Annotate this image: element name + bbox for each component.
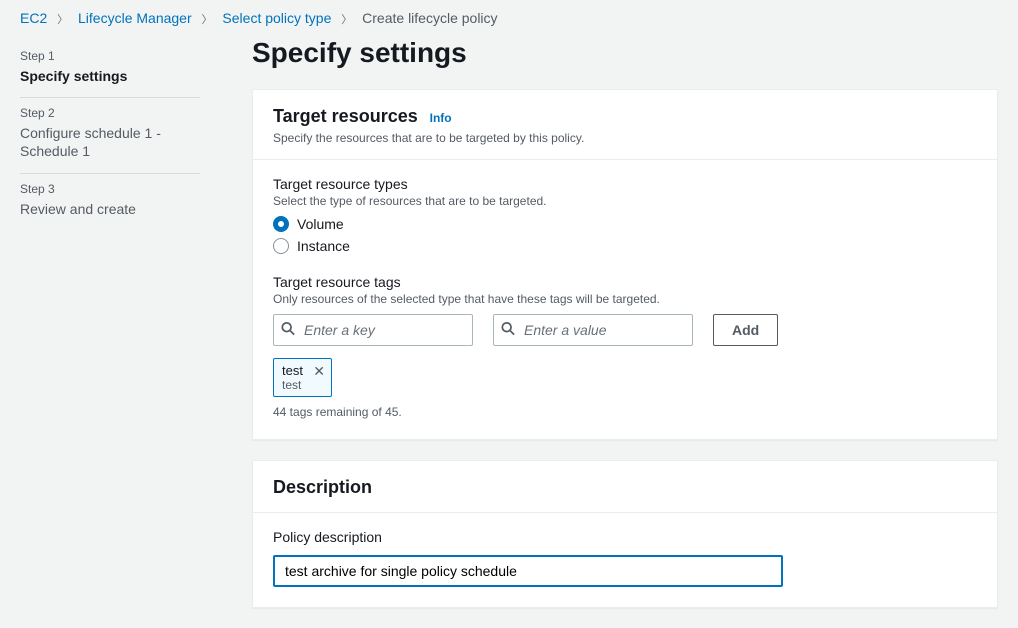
- add-button[interactable]: Add: [713, 314, 778, 346]
- resource-tags-label: Target resource tags: [273, 274, 977, 290]
- breadcrumb-select-policy[interactable]: Select policy type: [222, 10, 331, 26]
- tag-key-input-wrap: [273, 314, 473, 346]
- target-resources-panel: Target resources Info Specify the resour…: [252, 89, 998, 440]
- page-title: Specify settings: [252, 37, 998, 69]
- tag-value-input-wrap: [493, 314, 693, 346]
- resource-types-hint: Select the type of resources that are to…: [273, 194, 977, 208]
- radio-volume-label: Volume: [297, 216, 344, 232]
- step-3-label: Step 3: [20, 182, 200, 196]
- chevron-right-icon: 〉: [341, 14, 352, 26]
- tag-token-key: test: [282, 363, 303, 378]
- step-3-title[interactable]: Review and create: [20, 200, 200, 218]
- description-heading: Description: [273, 477, 372, 498]
- radio-icon: [273, 216, 289, 232]
- chevron-right-icon: 〉: [202, 14, 213, 26]
- policy-description-input[interactable]: [273, 555, 783, 587]
- info-link[interactable]: Info: [430, 111, 452, 125]
- tags-remaining: 44 tags remaining of 45.: [273, 405, 977, 419]
- policy-description-label: Policy description: [273, 529, 977, 545]
- chevron-right-icon: 〉: [57, 14, 68, 26]
- step-1-title[interactable]: Specify settings: [20, 67, 200, 85]
- resource-tags-hint: Only resources of the selected type that…: [273, 292, 977, 306]
- target-resources-heading: Target resources: [273, 106, 418, 127]
- breadcrumb-ec2[interactable]: EC2: [20, 10, 47, 26]
- breadcrumb: EC2 〉 Lifecycle Manager 〉 Select policy …: [0, 0, 1018, 33]
- close-icon[interactable]: ✕: [313, 363, 325, 380]
- tag-value-input[interactable]: [493, 314, 693, 346]
- step-2-title[interactable]: Configure schedule 1 - Schedule 1: [20, 124, 200, 160]
- search-icon: [501, 322, 515, 339]
- target-resources-subtitle: Specify the resources that are to be tar…: [273, 131, 977, 145]
- tag-token: test test ✕: [273, 358, 332, 397]
- radio-instance[interactable]: Instance: [273, 238, 977, 254]
- step-1-label: Step 1: [20, 49, 200, 63]
- tag-key-input[interactable]: [273, 314, 473, 346]
- resource-types-label: Target resource types: [273, 176, 977, 192]
- radio-instance-label: Instance: [297, 238, 350, 254]
- description-panel: Description Policy description: [252, 460, 998, 608]
- breadcrumb-current: Create lifecycle policy: [362, 10, 497, 26]
- breadcrumb-lifecycle[interactable]: Lifecycle Manager: [78, 10, 192, 26]
- step-2-label: Step 2: [20, 106, 200, 120]
- search-icon: [281, 322, 295, 339]
- radio-icon: [273, 238, 289, 254]
- tag-token-value: test: [282, 378, 303, 392]
- radio-volume[interactable]: Volume: [273, 216, 977, 232]
- wizard-steps: Step 1 Specify settings Step 2 Configure…: [20, 33, 220, 628]
